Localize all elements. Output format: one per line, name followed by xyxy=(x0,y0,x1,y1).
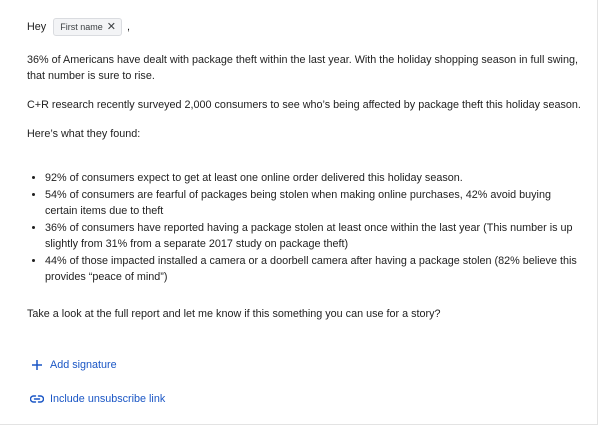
add-signature-label: Add signature xyxy=(50,359,117,371)
merge-field-label: First name xyxy=(60,22,103,32)
findings-list: 92% of consumers expect to get at least … xyxy=(27,170,585,286)
add-signature-button[interactable]: Add signature xyxy=(30,358,117,372)
list-item: 54% of consumers are fearful of packages… xyxy=(45,187,585,219)
greeting-line: Hey First name ✕ , xyxy=(27,18,130,36)
body-paragraph: 36% of Americans have dealt with package… xyxy=(27,54,578,82)
list-item: 36% of consumers have reported having a … xyxy=(45,220,585,252)
include-unsubscribe-link-button[interactable]: Include unsubscribe link xyxy=(30,392,165,406)
merge-field-chip[interactable]: First name ✕ xyxy=(53,18,122,36)
greeting-salutation: Hey xyxy=(27,21,47,33)
link-icon xyxy=(30,392,44,406)
close-icon[interactable]: ✕ xyxy=(107,21,116,33)
plus-icon xyxy=(30,358,44,372)
closing-paragraph: Take a look at the full report and let m… xyxy=(27,308,441,320)
list-item: 44% of those impacted installed a camera… xyxy=(45,253,585,285)
body-paragraph: Here’s what they found: xyxy=(27,128,141,140)
include-unsubscribe-label: Include unsubscribe link xyxy=(50,393,166,405)
email-composer: Hey First name ✕ , 36% of Americans have… xyxy=(0,0,598,425)
list-item: 92% of consumers expect to get at least … xyxy=(45,170,585,186)
greeting-comma: , xyxy=(126,21,130,33)
body-paragraph: C+R research recently surveyed 2,000 con… xyxy=(27,99,581,111)
